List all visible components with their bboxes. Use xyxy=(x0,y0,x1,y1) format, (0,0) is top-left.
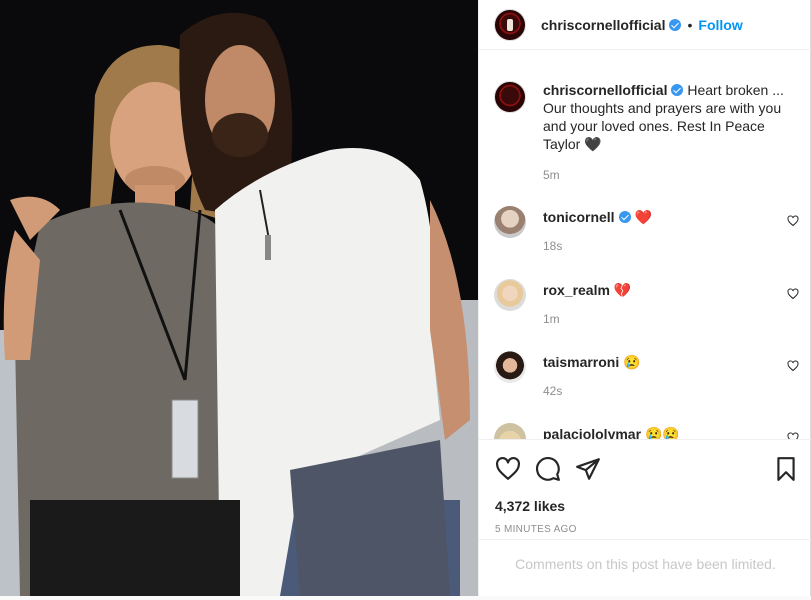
verified-badge-icon xyxy=(671,84,684,96)
comment-text: 😢😢 xyxy=(644,426,680,440)
like-comment-heart-icon[interactable] xyxy=(787,215,799,227)
likes-count[interactable]: 4,372 likes xyxy=(495,498,565,514)
like-comment-heart-icon[interactable] xyxy=(787,432,799,440)
like-comment-heart-icon[interactable] xyxy=(787,288,799,300)
post-sidebar: chriscornellofficial • Follow chriscorne… xyxy=(478,0,811,596)
heart-icon[interactable] xyxy=(495,456,521,482)
avatar[interactable] xyxy=(494,279,526,311)
list-item: tonicornell ❤️ 18s xyxy=(494,206,799,266)
comment-icon[interactable] xyxy=(535,456,561,482)
avatar[interactable] xyxy=(494,423,526,439)
like-comment-heart-icon[interactable] xyxy=(787,360,799,372)
avatar[interactable] xyxy=(494,351,526,383)
list-item: rox_realm 💔 1m xyxy=(494,279,799,339)
comment-text: 😢 xyxy=(623,354,641,370)
post-actions: 4,372 likes 5 MINUTES AGO xyxy=(479,440,811,540)
avatar[interactable] xyxy=(494,206,526,238)
avatar[interactable] xyxy=(494,81,526,113)
comment-text-block: rox_realm 💔 xyxy=(543,281,785,299)
photo-illustration xyxy=(0,0,478,596)
comment-text-block: taismarroni 😢 xyxy=(543,353,785,371)
comment-username[interactable]: rox_realm xyxy=(543,282,610,298)
separator-dot: • xyxy=(687,16,693,33)
comment-username[interactable]: taismarroni xyxy=(543,354,619,370)
comment-text-block: palaciololymar 😢😢 xyxy=(543,425,785,440)
post-photo[interactable] xyxy=(0,0,478,596)
post-timestamp[interactable]: 5 MINUTES AGO xyxy=(495,524,577,535)
caption-time[interactable]: 5m xyxy=(543,168,560,182)
list-item: palaciololymar 😢😢 xyxy=(494,423,799,440)
share-icon[interactable] xyxy=(575,456,601,482)
verified-badge-icon xyxy=(669,18,682,31)
header-username[interactable]: chriscornellofficial xyxy=(541,17,665,33)
comment-time[interactable]: 18s xyxy=(543,239,562,253)
post-header: chriscornellofficial • Follow xyxy=(479,0,811,50)
comment-text: 💔 xyxy=(613,282,632,298)
comment-time[interactable]: 1m xyxy=(543,312,560,326)
avatar[interactable] xyxy=(494,8,526,41)
comment-text-block: tonicornell ❤️ xyxy=(543,208,785,226)
comments-list[interactable]: chriscornellofficial Heart broken ... Ou… xyxy=(479,51,811,440)
comment-username[interactable]: palaciololymar xyxy=(543,426,641,439)
caption: chriscornellofficial Heart broken ... Ou… xyxy=(494,81,799,191)
bookmark-icon[interactable] xyxy=(773,456,799,482)
comment-time[interactable]: 42s xyxy=(543,384,562,398)
post-dialog: chriscornellofficial • Follow chriscorne… xyxy=(0,0,811,596)
caption-username[interactable]: chriscornellofficial xyxy=(543,82,667,98)
verified-badge-icon xyxy=(618,211,631,223)
comment-username[interactable]: tonicornell xyxy=(543,209,615,225)
comments-limited-notice: Comments on this post have been limited. xyxy=(515,556,776,572)
list-item: taismarroni 😢 42s xyxy=(494,351,799,411)
comment-text: ❤️ xyxy=(634,209,652,225)
caption-text-block: chriscornellofficial Heart broken ... Ou… xyxy=(543,81,785,153)
follow-button[interactable]: Follow xyxy=(698,17,742,33)
